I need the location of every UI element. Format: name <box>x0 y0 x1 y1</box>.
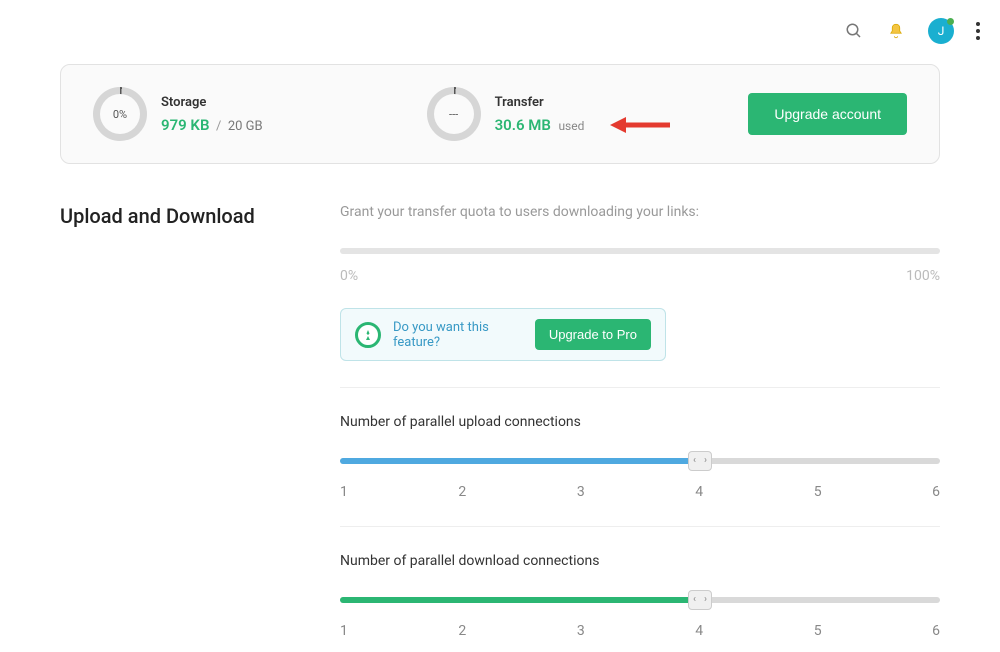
feature-promo-box: Do you want this feature? Upgrade to Pro <box>340 308 666 361</box>
tick: 3 <box>577 623 585 639</box>
transfer-used-label: used <box>558 119 584 133</box>
upgrade-account-button[interactable]: Upgrade account <box>748 93 907 135</box>
tick: 3 <box>577 484 585 500</box>
search-icon[interactable] <box>844 21 864 41</box>
upload-section-title: Number of parallel upload connections <box>340 414 940 430</box>
tick: 2 <box>458 623 466 639</box>
quota-slider[interactable] <box>340 248 940 254</box>
tick: 2 <box>458 484 466 500</box>
quota-label: Grant your transfer quota to users downl… <box>340 204 940 220</box>
tick: 5 <box>814 484 822 500</box>
storage-percent: 0% <box>100 94 140 134</box>
storage-block: 0% Storage 979 KB / 20 GB <box>93 87 263 141</box>
annotation-arrow-icon <box>610 113 670 137</box>
divider <box>340 387 940 388</box>
tick: 4 <box>695 484 703 500</box>
tick: 6 <box>932 484 940 500</box>
rocket-icon <box>355 322 381 348</box>
storage-limit: 20 GB <box>228 119 263 134</box>
tick: 1 <box>340 484 348 500</box>
tick: 5 <box>814 623 822 639</box>
tick: 6 <box>932 623 940 639</box>
tick: 1 <box>340 623 348 639</box>
main-content: Upload and Download Grant your transfer … <box>0 204 1000 639</box>
download-ticks: 1 2 3 4 5 6 <box>340 623 940 639</box>
avatar[interactable]: J <box>928 18 954 44</box>
feature-text: Do you want this feature? <box>393 320 523 350</box>
transfer-value: 30.6 MB <box>495 116 551 134</box>
usage-card: 0% Storage 979 KB / 20 GB --- Transfer 3… <box>60 64 940 164</box>
section-heading: Upload and Download <box>60 204 300 228</box>
bell-icon[interactable] <box>886 21 906 41</box>
transfer-title: Transfer <box>495 95 585 110</box>
topbar: J <box>0 0 1000 44</box>
storage-sep: / <box>216 119 221 134</box>
avatar-initial: J <box>938 24 945 38</box>
transfer-percent: --- <box>434 94 474 134</box>
storage-ring: 0% <box>93 87 147 141</box>
menu-dots-icon[interactable] <box>976 22 980 40</box>
transfer-block: --- Transfer 30.6 MB used <box>427 87 585 141</box>
upload-slider[interactable]: ‹› <box>340 458 940 464</box>
upload-slider-handle[interactable]: ‹› <box>688 451 712 471</box>
divider <box>340 526 940 527</box>
quota-max-tick: 100% <box>906 268 940 284</box>
download-slider[interactable]: ‹› <box>340 597 940 603</box>
upgrade-to-pro-button[interactable]: Upgrade to Pro <box>535 319 651 350</box>
download-slider-handle[interactable]: ‹› <box>688 590 712 610</box>
quota-min-tick: 0% <box>340 268 358 284</box>
download-section-title: Number of parallel download connections <box>340 553 940 569</box>
tick: 4 <box>695 623 703 639</box>
transfer-ring: --- <box>427 87 481 141</box>
storage-value: 979 KB <box>161 116 209 134</box>
upload-ticks: 1 2 3 4 5 6 <box>340 484 940 500</box>
storage-title: Storage <box>161 95 263 110</box>
